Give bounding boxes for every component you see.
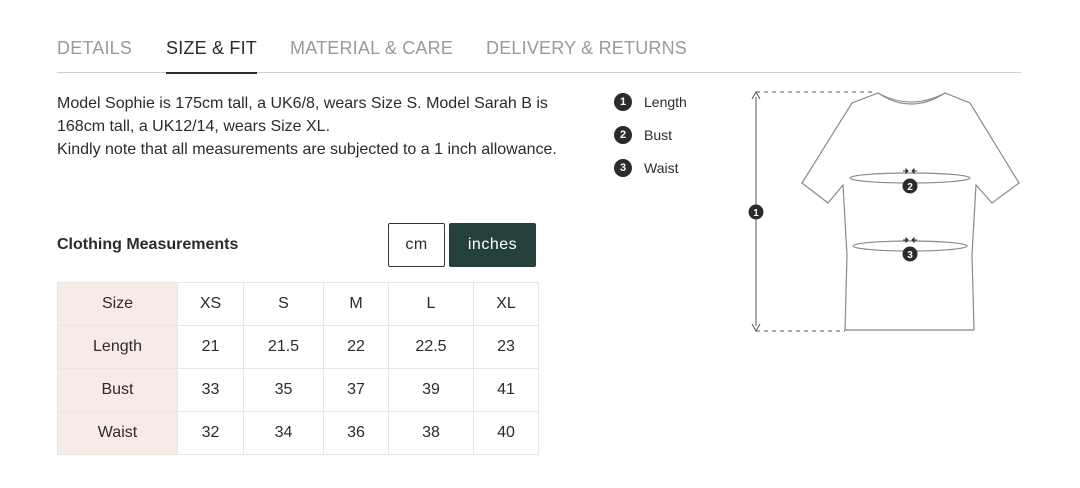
tab-size-fit[interactable]: SIZE & FIT: [166, 38, 258, 74]
legend-label: Waist: [644, 160, 679, 176]
table-cell: 23: [473, 325, 539, 369]
tab-details[interactable]: DETAILS: [57, 38, 132, 59]
marker-length: 1: [748, 204, 764, 220]
unit-toggle: cm inches: [388, 223, 536, 267]
number-badge: 3: [614, 159, 632, 177]
allowance-note: Kindly note that all measurements are su…: [57, 141, 557, 158]
table-cell: 21.5: [243, 325, 324, 369]
size-table: Size XS S M L XL Length 21 21.5 22 22.5 …: [57, 282, 539, 455]
legend-item-waist: 3 Waist: [614, 159, 678, 177]
table-cell: 41: [473, 368, 539, 412]
legend-label: Bust: [644, 127, 673, 143]
number-badge: 2: [614, 126, 632, 144]
table-cell: 32: [177, 411, 244, 455]
header-cell: M: [323, 282, 389, 326]
table-cell: 37: [323, 368, 389, 412]
header-cell: Size: [57, 282, 178, 326]
table-cell: 33: [177, 368, 244, 412]
header-cell: XL: [473, 282, 539, 326]
marker-bust: 2: [902, 178, 918, 194]
legend-item-bust: 2 Bust: [614, 126, 672, 144]
row-label: Length: [57, 325, 178, 369]
table-row: Waist 32 34 36 38 40: [57, 411, 539, 455]
tshirt-outline: [801, 92, 1020, 331]
tab-delivery-returns[interactable]: DELIVERY & RETURNS: [486, 38, 687, 59]
unit-inches-button[interactable]: inches: [449, 223, 536, 267]
header-cell: S: [243, 282, 324, 326]
table-row: Bust 33 35 37 39 41: [57, 368, 539, 412]
marker-waist: 3: [902, 246, 918, 262]
marker-label: 2: [907, 182, 913, 193]
table-cell: 21: [177, 325, 244, 369]
header-cell: L: [388, 282, 474, 326]
product-info-tabs: DETAILS SIZE & FIT MATERIAL & CARE DELIV…: [57, 28, 1021, 74]
table-cell: 38: [388, 411, 474, 455]
table-row: Length 21 21.5 22 22.5 23: [57, 325, 539, 369]
table-cell: 39: [388, 368, 474, 412]
model-size-description: Model Sophie is 175cm tall, a UK6/8, wea…: [57, 92, 557, 161]
legend-item-length: 1 Length: [614, 93, 687, 111]
table-cell: 22.5: [388, 325, 474, 369]
unit-cm-button[interactable]: cm: [388, 223, 445, 267]
header-cell: XS: [177, 282, 244, 326]
legend-label: Length: [644, 94, 687, 110]
table-cell: 35: [243, 368, 324, 412]
tshirt-measurement-diagram: 1 2 3: [748, 90, 1020, 333]
model-info-text: Model Sophie is 175cm tall, a UK6/8, wea…: [57, 95, 548, 135]
row-label: Waist: [57, 411, 178, 455]
table-header-row: Size XS S M L XL: [57, 282, 539, 326]
table-cell: 34: [243, 411, 324, 455]
table-cell: 40: [473, 411, 539, 455]
table-cell: 36: [323, 411, 389, 455]
clothing-measurements-title: Clothing Measurements: [57, 236, 239, 253]
row-label: Bust: [57, 368, 178, 412]
number-badge: 1: [614, 93, 632, 111]
table-cell: 22: [323, 325, 389, 369]
tab-material-care[interactable]: MATERIAL & CARE: [290, 38, 453, 59]
marker-label: 3: [907, 250, 913, 261]
marker-label: 1: [753, 208, 759, 219]
